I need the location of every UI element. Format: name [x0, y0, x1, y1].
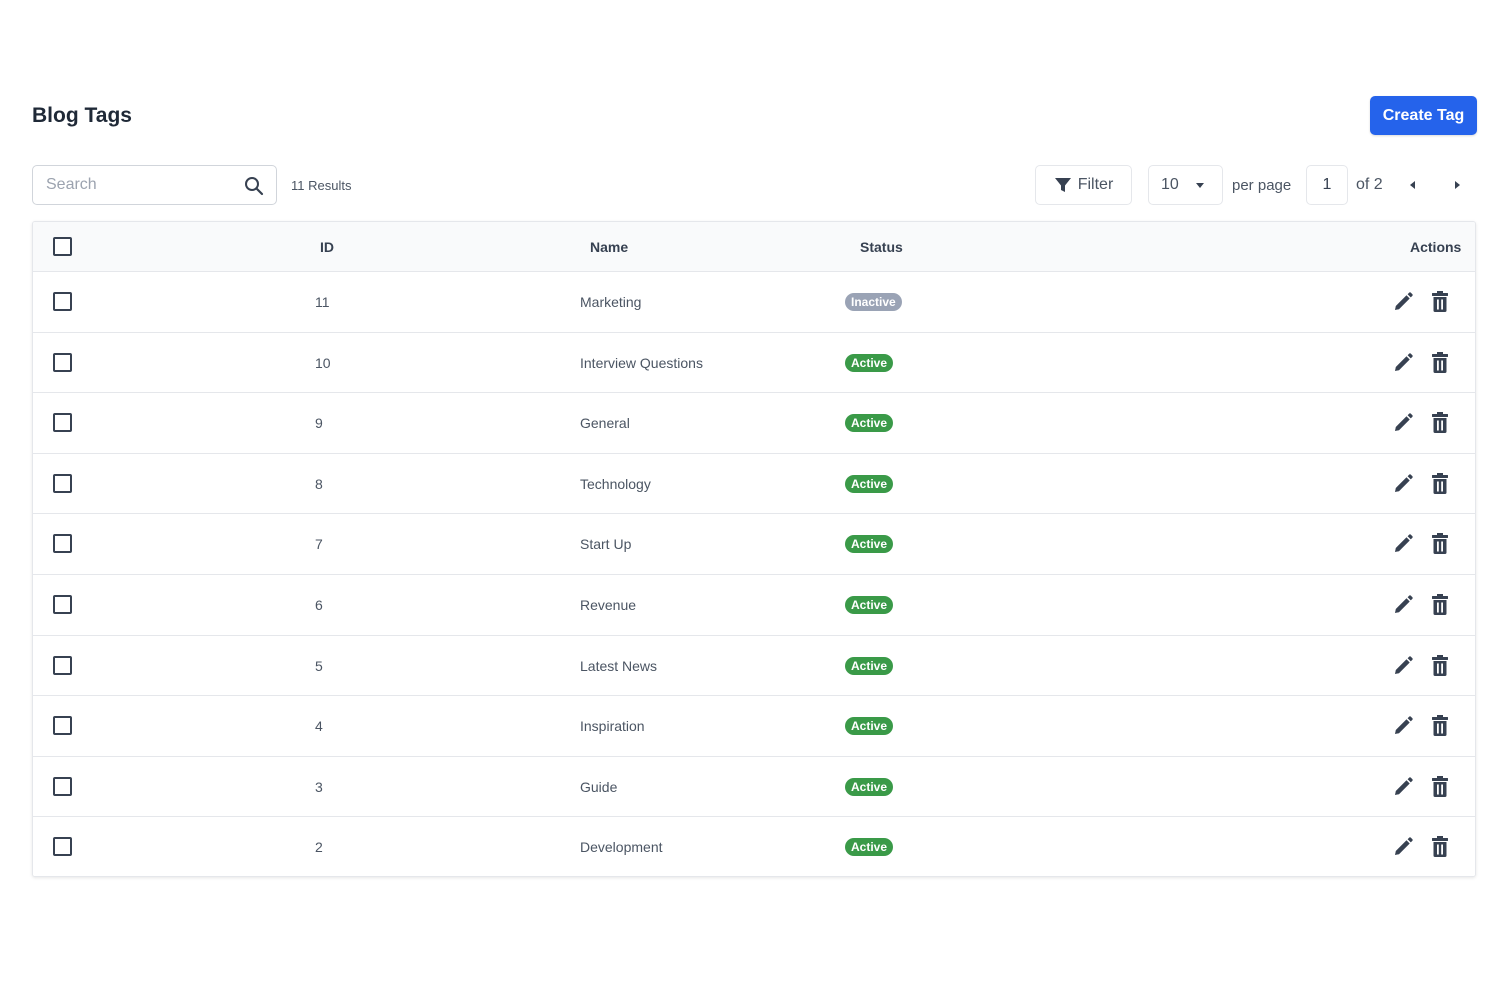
row-checkbox[interactable] [53, 655, 72, 675]
row-name: Start Up [580, 536, 632, 553]
table-row: 3 Guide Active [33, 756, 1475, 818]
row-name: Development [580, 839, 663, 856]
column-header-status[interactable]: Status [860, 239, 903, 255]
row-name: Interview Questions [580, 354, 703, 371]
row-name: Technology [580, 475, 651, 492]
blog-tags-page: Blog Tags Create Tag 11 Results Filter 1… [0, 0, 1508, 1000]
row-id: 4 [315, 718, 323, 735]
trash-icon[interactable] [1430, 412, 1450, 434]
status-badge: Active [845, 656, 894, 675]
pencil-icon[interactable] [1392, 776, 1414, 798]
row-checkbox[interactable] [53, 534, 72, 554]
trash-icon[interactable] [1430, 836, 1450, 858]
table-row: 8 Technology Active [33, 453, 1475, 515]
status-badge: Active [845, 838, 894, 857]
status-badge: Active [845, 474, 894, 493]
pencil-icon[interactable] [1392, 352, 1414, 374]
trash-icon[interactable] [1430, 594, 1450, 616]
select-all-checkbox[interactable] [53, 237, 72, 256]
row-id: 10 [315, 354, 331, 371]
pencil-icon[interactable] [1392, 836, 1414, 858]
status-badge: Inactive [845, 293, 902, 311]
row-id: 3 [315, 778, 323, 795]
table-row: 6 Revenue Active [33, 575, 1475, 636]
trash-icon[interactable] [1430, 715, 1450, 737]
row-checkbox[interactable] [53, 352, 72, 372]
pencil-icon[interactable] [1392, 715, 1414, 737]
row-checkbox[interactable] [53, 716, 72, 736]
column-header-name[interactable]: Name [590, 239, 628, 255]
row-name: Guide [580, 778, 618, 795]
chevron-right-icon[interactable] [1450, 178, 1464, 192]
row-id: 8 [315, 475, 323, 492]
results-count: 11 Results [291, 178, 352, 193]
row-name: Marketing [580, 294, 642, 310]
table-row: 7 Start Up Active [33, 514, 1475, 575]
table-row: 10 Interview Questions Active [33, 332, 1475, 394]
column-header-actions: Actions [1410, 239, 1462, 255]
row-id: 11 [315, 294, 330, 310]
table-row: 4 Inspiration Active [33, 696, 1475, 757]
trash-icon[interactable] [1430, 472, 1450, 495]
per-page-value: 10 [1161, 176, 1179, 193]
caret-down-icon [1196, 183, 1204, 188]
status-badge: Active [845, 596, 894, 614]
column-header-id[interactable]: ID [320, 239, 334, 255]
row-name: Inspiration [580, 718, 645, 735]
status-badge: Active [845, 353, 894, 372]
table-row: 9 General Active [33, 393, 1475, 454]
search-icon[interactable] [244, 176, 264, 196]
row-checkbox[interactable] [53, 776, 72, 796]
chevron-left-icon[interactable] [1406, 178, 1420, 192]
trash-icon[interactable] [1430, 351, 1450, 374]
page-total: of 2 [1356, 176, 1383, 193]
row-checkbox[interactable] [53, 837, 72, 857]
row-checkbox[interactable] [53, 292, 72, 311]
filter-icon [1054, 178, 1071, 192]
per-page-label: per page [1232, 177, 1292, 194]
pencil-icon[interactable] [1392, 594, 1414, 616]
per-page-select[interactable]: 10 [1148, 165, 1223, 205]
trash-icon[interactable] [1430, 533, 1450, 555]
row-name: Revenue [580, 597, 637, 613]
filter-button[interactable]: Filter [1035, 165, 1132, 205]
pencil-icon[interactable] [1392, 533, 1414, 555]
pencil-icon[interactable] [1392, 655, 1414, 677]
search-box [32, 165, 277, 205]
create-tag-button[interactable]: Create Tag [1370, 96, 1477, 135]
row-id: 9 [315, 415, 323, 432]
status-badge: Active [845, 777, 894, 796]
row-checkbox[interactable] [53, 595, 72, 614]
table-row: 11 Marketing Inactive [33, 272, 1475, 333]
row-id: 7 [315, 536, 323, 553]
status-badge: Active [845, 717, 894, 736]
status-badge: Active [845, 414, 894, 433]
status-badge: Active [845, 535, 894, 554]
trash-icon[interactable] [1430, 775, 1450, 798]
row-name: General [580, 415, 630, 432]
page-title: Blog Tags [32, 104, 132, 127]
pencil-icon[interactable] [1392, 291, 1414, 313]
row-checkbox[interactable] [53, 473, 72, 493]
filter-label: Filter [1077, 176, 1114, 193]
trash-icon[interactable] [1430, 291, 1450, 313]
table-row: 5 Latest News Active [33, 635, 1475, 697]
current-page-input[interactable]: 1 [1306, 165, 1348, 205]
table-header: ID Name Status Actions [33, 222, 1475, 272]
row-name: Latest News [580, 657, 658, 674]
pencil-icon[interactable] [1392, 412, 1414, 434]
tags-table: ID Name Status Actions 11 Marketing Inacti… [32, 221, 1476, 877]
table-row: 2 Development Active [33, 817, 1475, 876]
trash-icon[interactable] [1430, 654, 1450, 677]
row-id: 2 [315, 839, 323, 856]
pencil-icon[interactable] [1392, 473, 1414, 495]
row-id: 6 [315, 597, 323, 613]
row-id: 5 [315, 657, 323, 674]
search-input[interactable] [33, 166, 233, 204]
row-checkbox[interactable] [53, 413, 72, 433]
